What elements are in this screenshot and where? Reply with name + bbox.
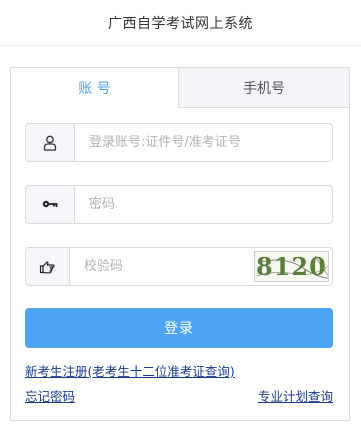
captcha-text: 8120 xyxy=(256,252,327,281)
register-link[interactable]: 新考生注册(老考生十二位准考证查询) xyxy=(25,361,235,380)
password-input[interactable] xyxy=(75,186,332,223)
captcha-image[interactable]: 8120 xyxy=(253,251,329,282)
user-icon xyxy=(26,124,75,161)
page-title: 广西自学考试网上系统 xyxy=(108,15,253,32)
password-field xyxy=(25,185,333,224)
captcha-input[interactable] xyxy=(69,248,254,285)
forgot-password-link[interactable]: 忘记密码 xyxy=(25,386,75,405)
login-tabs: 账 号 手机号 xyxy=(11,68,349,108)
key-icon xyxy=(26,186,75,223)
login-card: 账 号 手机号 登录账号:证件号/准考证号 校验码 8120 登录 新考生注册(… xyxy=(10,67,350,421)
tab-phone[interactable]: 手机号 xyxy=(179,68,349,108)
captcha-field: 8120 xyxy=(25,247,333,286)
pointing-hand-icon xyxy=(26,248,70,285)
account-field xyxy=(25,123,333,162)
account-input[interactable] xyxy=(75,124,332,161)
tab-account[interactable]: 账 号 xyxy=(11,68,179,108)
login-button[interactable]: 登录 xyxy=(25,308,333,348)
plan-query-link[interactable]: 专业计划查询 xyxy=(258,386,333,405)
page-header: 广西自学考试网上系统 xyxy=(0,0,361,46)
